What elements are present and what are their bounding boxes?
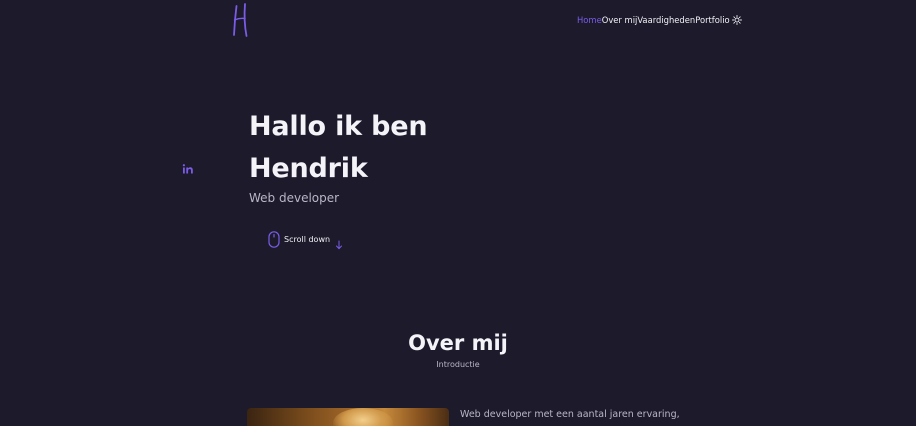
about-title: Over mij [408, 331, 508, 355]
main-nav: Home Over mij Vaardigheden Portfolio [577, 14, 743, 26]
linkedin-icon[interactable] [182, 160, 194, 174]
arrow-down-icon [335, 235, 343, 249]
hero-title-line-2: Hendrik [249, 153, 368, 184]
nav-link-skills[interactable]: Vaardigheden [637, 14, 695, 26]
nav-link-portfolio[interactable]: Portfolio [695, 14, 729, 26]
page: Home Over mij Vaardigheden Portfolio Hal… [0, 0, 916, 426]
about-subtitle: Introductie [436, 360, 480, 369]
scroll-down-label: Scroll down [284, 235, 331, 244]
nav-link-home[interactable]: Home [577, 14, 602, 26]
hero-subtitle: Web developer [249, 191, 340, 205]
about-text: Web developer met een aantal jaren ervar… [460, 409, 680, 420]
nav-link-about[interactable]: Over mij [602, 14, 638, 26]
hero-title-line-1: Hallo ik ben [249, 111, 428, 142]
scroll-down-button[interactable]: Scroll down [268, 231, 343, 249]
profile-image [247, 408, 449, 426]
sun-icon[interactable] [731, 14, 743, 26]
hero-title: Hallo ik ben Hendrik [249, 106, 428, 190]
logo-icon[interactable] [230, 2, 250, 38]
mouse-icon [268, 231, 280, 248]
